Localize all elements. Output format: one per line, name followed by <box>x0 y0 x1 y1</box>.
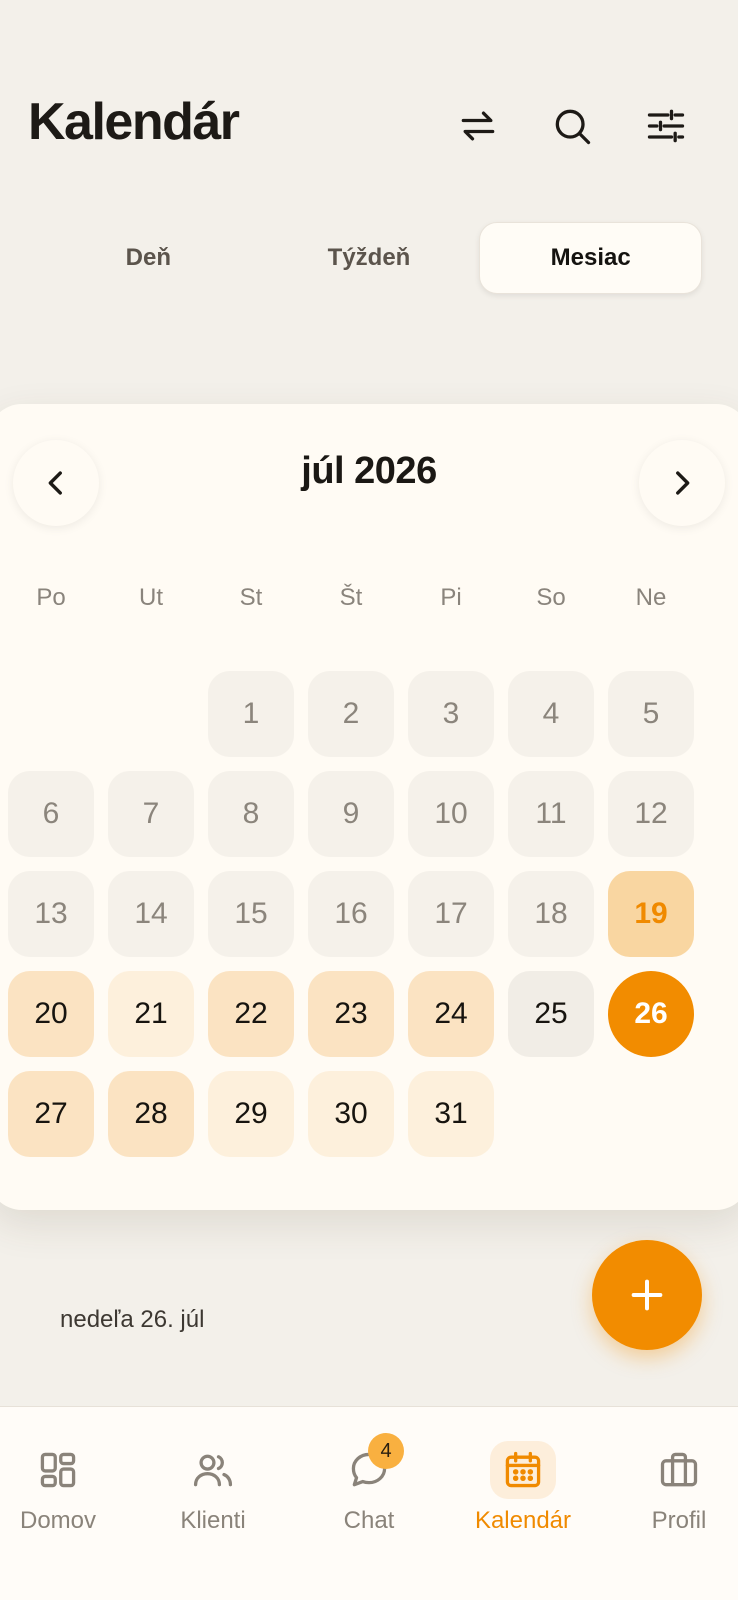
add-event-button[interactable] <box>592 1240 702 1350</box>
filter-sliders-icon <box>647 109 685 143</box>
calendar-day[interactable]: 4 <box>508 671 594 757</box>
calendar-day[interactable]: 9 <box>308 771 394 857</box>
calendar-day[interactable]: 20 <box>8 971 94 1057</box>
calendar-day[interactable]: 30 <box>308 1071 394 1157</box>
search-button[interactable] <box>542 96 602 156</box>
nav-item-clients[interactable]: Klienti <box>143 1441 283 1551</box>
filter-button[interactable] <box>636 96 696 156</box>
calendar-day[interactable]: 12 <box>608 771 694 857</box>
calendar-day[interactable]: 16 <box>308 871 394 957</box>
calendar-day[interactable]: 7 <box>108 771 194 857</box>
nav-item-chat[interactable]: 4 Chat <box>299 1433 439 1551</box>
days-grid: 1 2 3 4 5 6 7 8 9 10 11 12 13 14 15 16 17 18 19 20 21 22 23 24 2… <box>0 404 738 1210</box>
calendar-day[interactable]: 21 <box>108 971 194 1057</box>
calendar-day[interactable]: 14 <box>108 871 194 957</box>
nav-item-home[interactable]: Domov <box>0 1441 128 1551</box>
calendar-card: júl 2026 Po Ut St Št Pi So Ne 1234567891… <box>0 404 738 1210</box>
calendar-day[interactable]: 17 <box>408 871 494 957</box>
calendar-day[interactable]: 22 <box>208 971 294 1057</box>
calendar-day[interactable]: 8 <box>208 771 294 857</box>
briefcase-icon <box>660 1452 698 1487</box>
calendar-day[interactable]: 27 <box>8 1071 94 1157</box>
calendar-day[interactable]: 31 <box>408 1071 494 1157</box>
nav-label: Kalendár <box>474 1507 572 1534</box>
nav-label: Domov <box>19 1507 97 1534</box>
nav-icon-container <box>25 1441 91 1499</box>
calendar-day[interactable]: 13 <box>8 871 94 957</box>
nav-icon-container: 4 <box>336 1433 404 1499</box>
grid-icon <box>40 1452 76 1488</box>
calendar-day[interactable]: 11 <box>508 771 594 857</box>
page-title: Kalendár <box>28 93 240 151</box>
tab-week[interactable]: Týždeň <box>259 222 480 294</box>
nav-item-profile[interactable]: Profil <box>609 1441 738 1551</box>
nav-label: Klienti <box>180 1507 246 1534</box>
calendar-day[interactable]: 1 <box>208 671 294 757</box>
plus-icon <box>631 1279 663 1311</box>
tab-month[interactable]: Mesiac <box>479 222 703 294</box>
nav-item-calendar[interactable]: Kalendár <box>453 1441 593 1551</box>
calendar-day[interactable]: 28 <box>108 1071 194 1157</box>
calendar-day[interactable]: 10 <box>408 771 494 857</box>
calendar-day[interactable]: 23 <box>308 971 394 1057</box>
nav-icon-container <box>180 1441 246 1499</box>
selected-date-label: nedeľa 26. júl <box>60 1306 205 1333</box>
calendar-day[interactable]: 5 <box>608 671 694 757</box>
header: Kalendár <box>0 0 738 210</box>
calendar-day[interactable]: 29 <box>208 1071 294 1157</box>
calendar-day[interactable]: 15 <box>208 871 294 957</box>
nav-label: Profil <box>651 1507 707 1534</box>
swap-icon <box>461 111 495 141</box>
nav-icon-container <box>490 1441 556 1499</box>
view-switcher: Deň Týždeň Mesiac <box>38 222 703 294</box>
bottom-nav: Domov Klienti 4 Chat Kalendár Profil <box>0 1406 738 1600</box>
calendar-day[interactable]: 2 <box>308 671 394 757</box>
calendar-day[interactable]: 18 <box>508 871 594 957</box>
calendar-day[interactable]: 24 <box>408 971 494 1057</box>
swap-button[interactable] <box>448 96 508 156</box>
nav-icon-container <box>646 1441 712 1499</box>
search-icon <box>555 109 591 145</box>
tab-day[interactable]: Deň <box>38 222 259 294</box>
unread-badge: 4 <box>368 1433 404 1469</box>
calendar-day[interactable]: 3 <box>408 671 494 757</box>
calendar-day[interactable]: 6 <box>8 771 94 857</box>
nav-label: Chat <box>343 1507 395 1534</box>
calendar-day[interactable]: 25 <box>508 971 594 1057</box>
calendar-day[interactable]: 26 <box>608 971 694 1057</box>
calendar-day[interactable]: 19 <box>608 871 694 957</box>
users-icon <box>193 1454 233 1487</box>
calendar-icon <box>505 1451 541 1488</box>
calendar-screen: Kalendár Deň Týždeň Mesiac júl 2026 Po U… <box>0 0 738 1600</box>
